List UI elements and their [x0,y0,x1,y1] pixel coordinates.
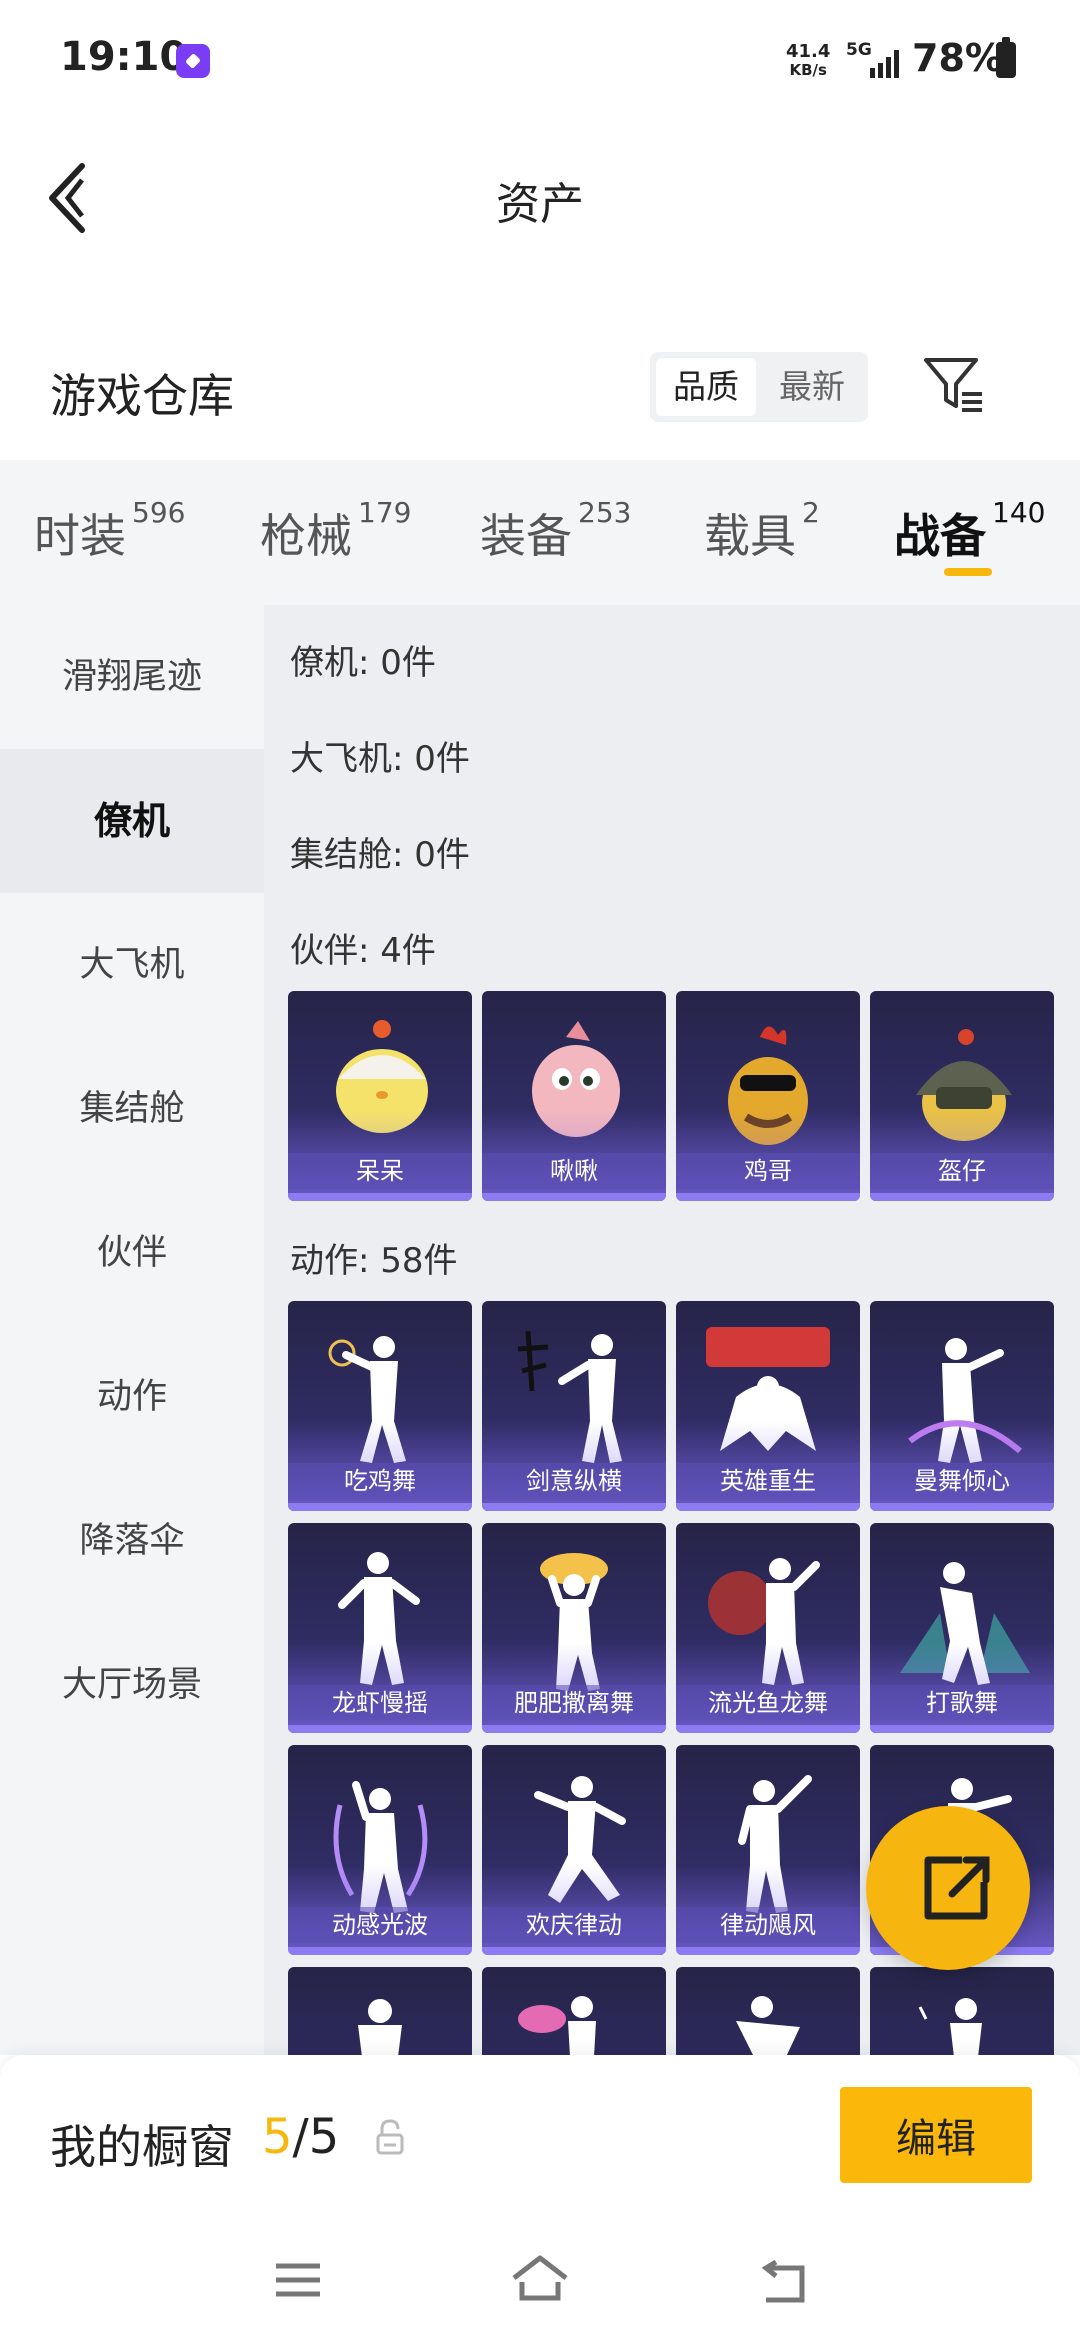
emote-card[interactable] [870,1967,1054,2055]
group-label-assembly-pod: 集结舱: 0件 [290,835,470,875]
emote-card[interactable]: 动感光波 [288,1745,472,1955]
card-name: 龙虾慢摇 [288,1685,472,1721]
warehouse-title: 游戏仓库 [50,369,234,423]
net-speed-value: 41.4 [786,41,831,62]
sidebar: 滑翔尾迹 僚机 大飞机 集结舱 伙伴 动作 降落伞 大厅场景 [0,605,264,2055]
tab-indicator [944,568,992,576]
card-name: 啾啾 [482,1153,666,1189]
tab-equipment[interactable]: 装备 253 [480,496,631,566]
card-name: 动感光波 [288,1907,472,1943]
companion-card[interactable]: 呆呆 [288,991,472,1201]
card-name: 曼舞倾心 [870,1463,1054,1499]
net-speed-unit: KB/s [789,61,827,79]
emote-card[interactable] [676,1967,860,2055]
network-type: 5G [846,40,872,60]
companion-card[interactable]: 鸡哥 [676,991,860,1201]
tab-fashion[interactable]: 时装 596 [34,496,185,566]
emote-card[interactable]: 流光鱼龙舞 [676,1523,860,1733]
showcase-count: 5/5 [262,2109,340,2165]
net-speed: 41.4 KB/s [786,42,830,80]
sidebar-item-assembly-pod[interactable]: 集结舱 [0,1037,264,1181]
card-name: 剑意纵横 [482,1463,666,1499]
dancer-icon [358,1999,402,2055]
group-label-companion: 伙伴: 4件 [290,931,436,971]
signal-icon [870,50,899,78]
emote-card[interactable]: 英雄重生 [676,1301,860,1511]
card-name: 呆呆 [288,1153,472,1189]
card-name: 打歌舞 [870,1685,1054,1721]
card-name: 吃鸡舞 [288,1463,472,1499]
emote-card[interactable]: 打歌舞 [870,1523,1054,1733]
emote-card[interactable]: 曼舞倾心 [870,1301,1054,1511]
emote-card[interactable]: 律动飓风 [676,1745,860,1955]
sidebar-item-wingman[interactable]: 僚机 [0,749,264,893]
showcase-label: 我的橱窗 [50,2120,234,2174]
emote-card[interactable]: 欢庆律动 [482,1745,666,1955]
home-icon[interactable] [510,2254,570,2304]
tab-combat-gear[interactable]: 战备 140 [894,496,1045,566]
emote-card[interactable] [288,1967,472,2055]
app-notification-icon [176,44,210,78]
battery-icon [996,37,1016,78]
sidebar-item-companion[interactable]: 伙伴 [0,1181,264,1325]
system-nav-bar [0,2220,1080,2344]
edit-button[interactable]: 编辑 [840,2087,1032,2183]
card-name: 欢庆律动 [482,1907,666,1943]
emote-card[interactable]: 吃鸡舞 [288,1301,472,1511]
sidebar-item-emote[interactable]: 动作 [0,1325,264,1469]
sort-newest-button[interactable]: 最新 [762,358,862,416]
sort-toggle: 品质 最新 [650,352,868,422]
dancer-icon [518,1996,596,2055]
sidebar-item-lobby-scene[interactable]: 大厅场景 [0,1613,264,1757]
companion-card[interactable]: 盔仔 [870,991,1054,1201]
filter-icon[interactable] [922,356,986,416]
lock-icon [376,2119,404,2155]
emote-card[interactable]: 剑意纵横 [482,1301,666,1511]
menu-icon[interactable] [274,2260,324,2300]
tab-weapons[interactable]: 枪械 179 [260,496,411,566]
card-name: 盔仔 [870,1153,1054,1189]
share-button[interactable] [866,1806,1030,1970]
showcase-bar: 我的橱窗 5/5 编辑 [0,2055,1080,2220]
group-label-emote: 动作: 58件 [290,1241,458,1281]
card-name: 律动飓风 [676,1907,860,1943]
dancer-icon [736,1996,800,2055]
back-icon[interactable] [754,2260,808,2304]
battery-percent: 78% [912,36,1003,80]
card-name: 肥肥撒离舞 [482,1685,666,1721]
card-name: 英雄重生 [676,1463,860,1499]
page-title: 资产 [496,179,584,230]
status-bar: 19:10 41.4 KB/s 5G 78% [0,0,1080,120]
emote-card[interactable]: 肥肥撒离舞 [482,1523,666,1733]
companion-card[interactable]: 啾啾 [482,991,666,1201]
group-label-big-plane: 大飞机: 0件 [290,739,470,779]
card-name: 鸡哥 [676,1153,860,1189]
category-tabs: 时装 596 枪械 179 装备 253 载具 2 战备 140 [0,460,1080,605]
status-time: 19:10 [60,34,188,80]
emote-card[interactable]: 龙虾慢摇 [288,1523,472,1733]
tab-vehicles[interactable]: 载具 2 [704,496,820,566]
sidebar-item-parachute[interactable]: 降落伞 [0,1469,264,1613]
sidebar-item-glide-trail[interactable]: 滑翔尾迹 [0,605,264,749]
sort-quality-button[interactable]: 品质 [656,358,756,416]
sidebar-item-big-plane[interactable]: 大飞机 [0,893,264,1037]
group-label-wingman: 僚机: 0件 [290,643,436,683]
share-icon [924,1856,990,1920]
dancer-icon [918,1998,982,2055]
emote-card[interactable] [482,1967,666,2055]
card-name: 流光鱼龙舞 [676,1685,860,1721]
